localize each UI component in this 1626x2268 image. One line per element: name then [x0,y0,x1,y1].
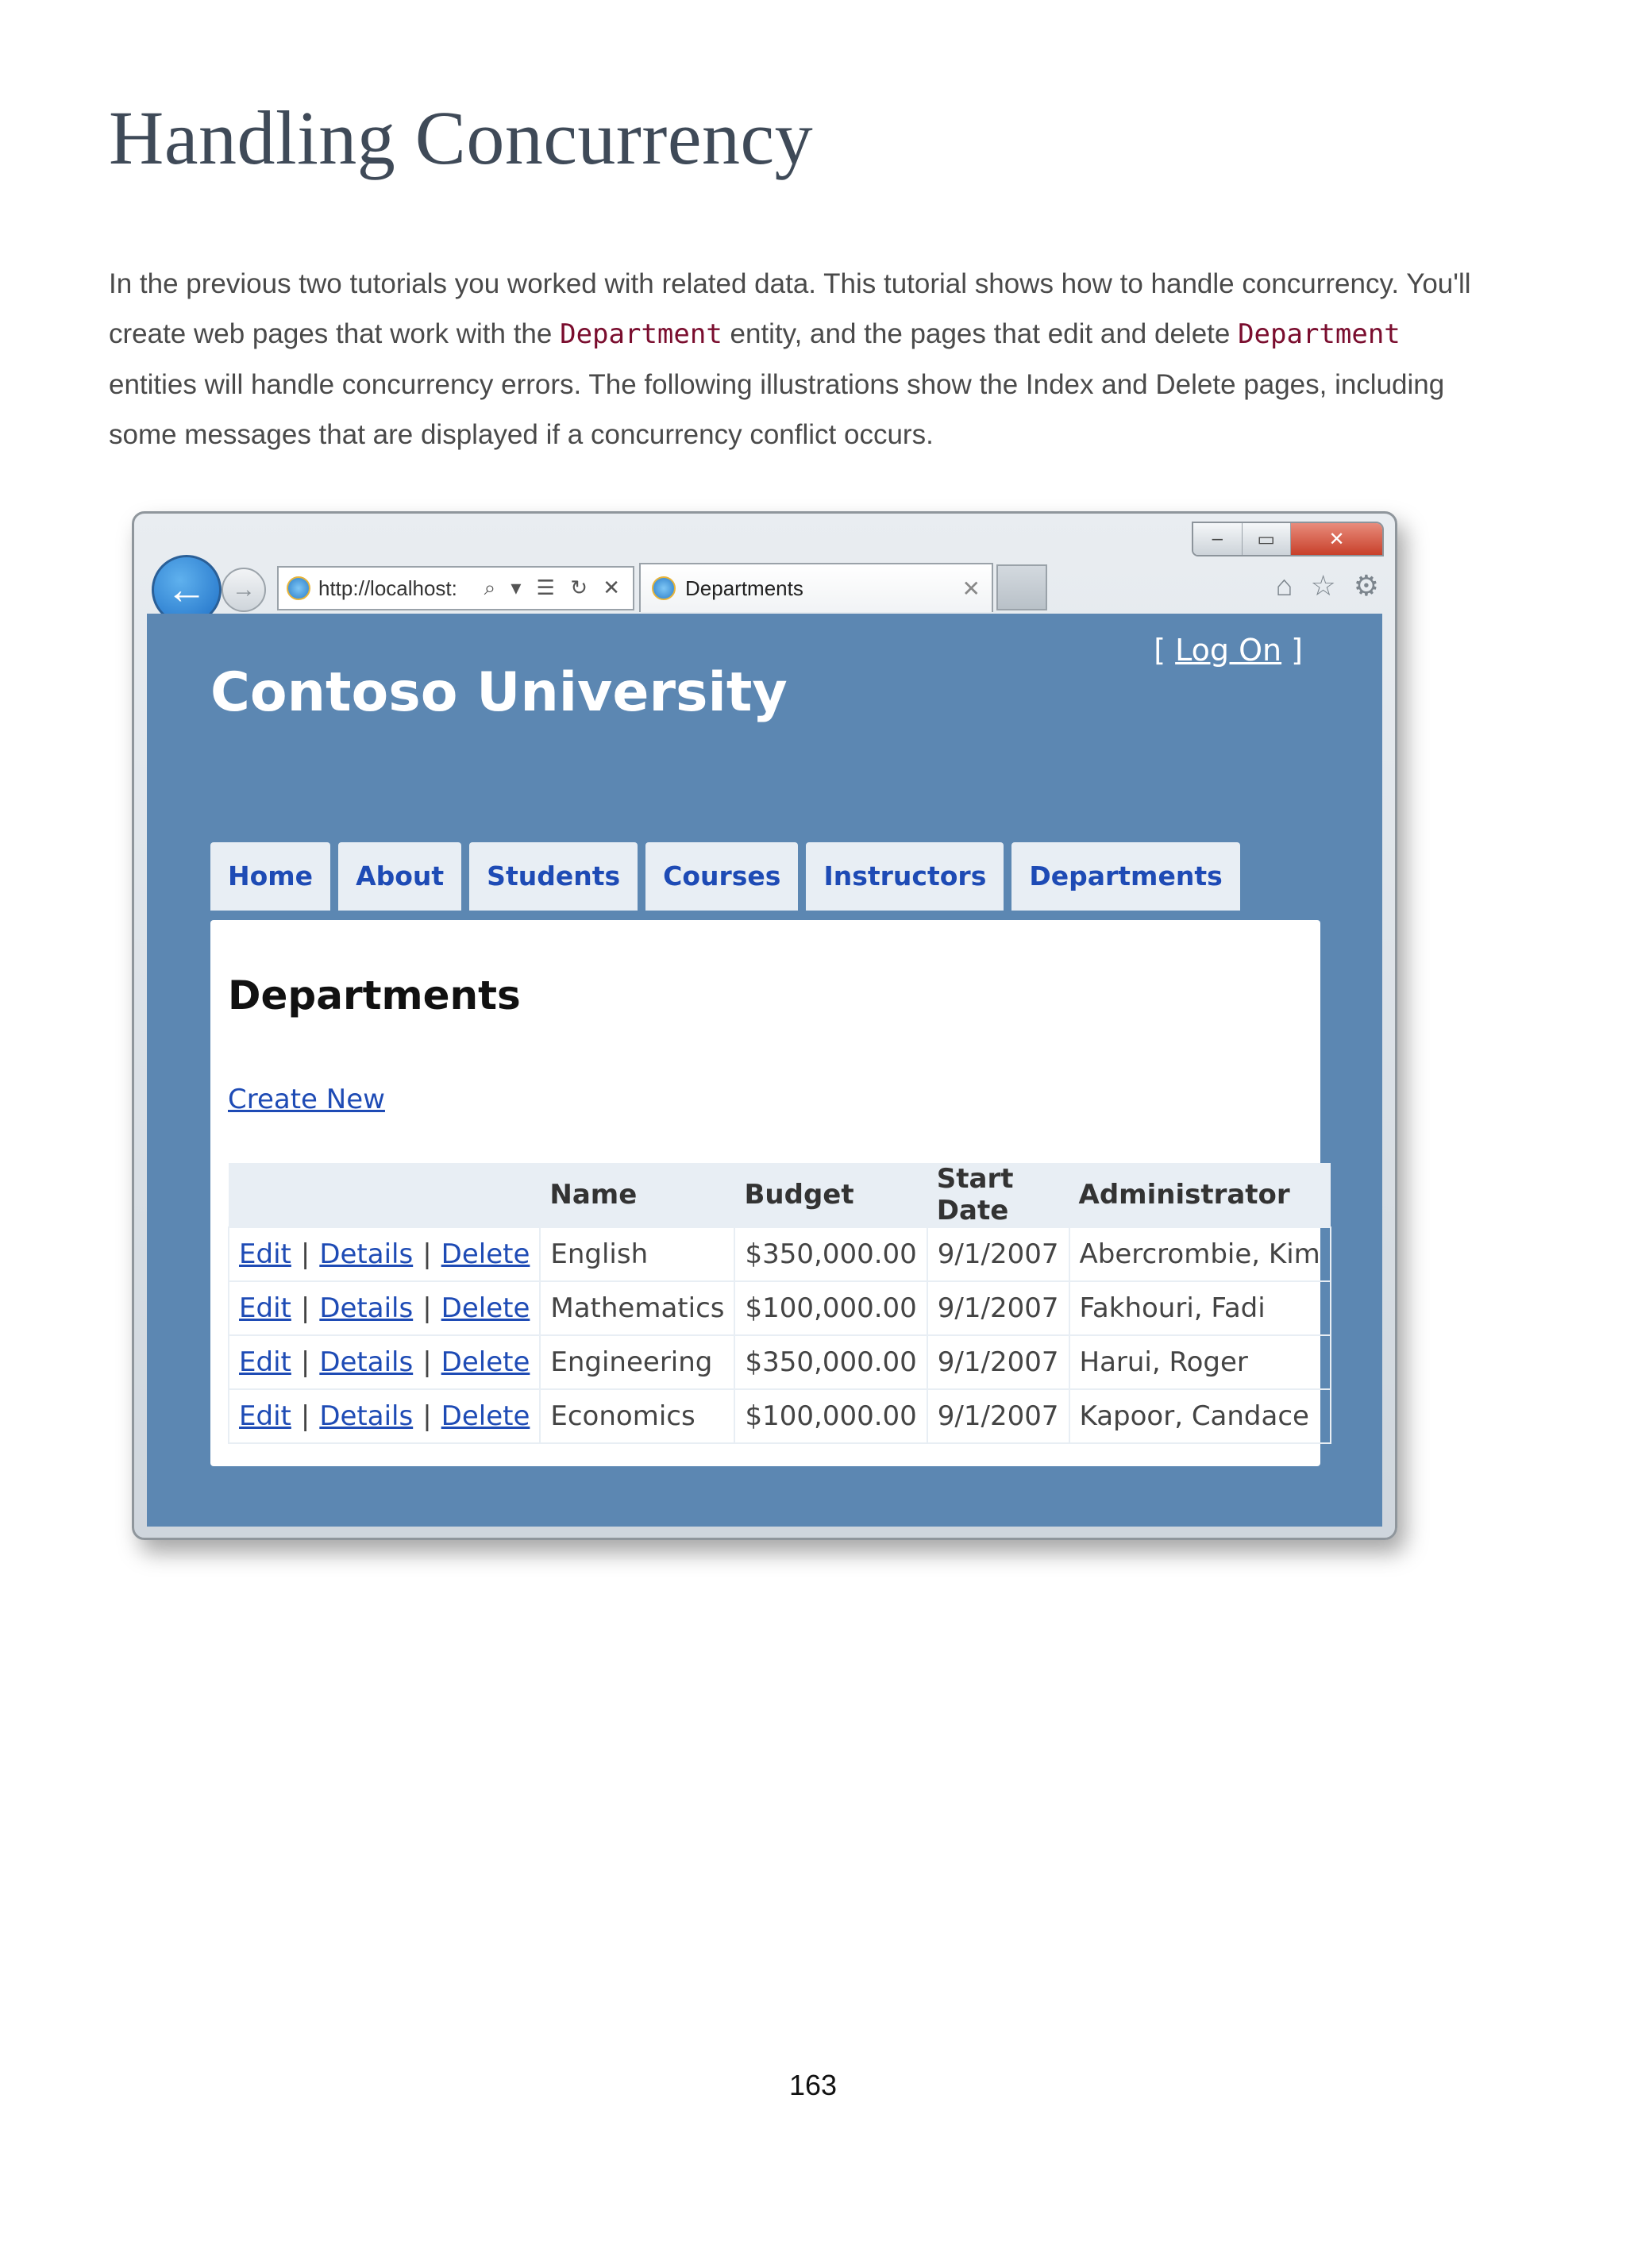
intro-text-2: entity, and the pages that edit and dele… [722,318,1239,349]
separator: | [422,1346,432,1378]
browser-viewport: [ Log On ] Contoso University Home About… [147,614,1382,1527]
header-start-date: Start Date [927,1163,1069,1227]
edit-link[interactable]: Edit [239,1238,291,1270]
separator: | [422,1238,432,1270]
window-controls: – ▭ ✕ [1192,522,1384,556]
document-title: Handling Concurrency [109,95,814,180]
delete-link[interactable]: Delete [441,1400,530,1432]
details-link[interactable]: Details [319,1292,413,1324]
separator: | [300,1400,310,1432]
details-link[interactable]: Details [319,1346,413,1378]
main-content: Departments Create New Name Budget Start… [210,920,1331,1466]
page-heading: Departments [228,972,521,1018]
edit-link[interactable]: Edit [239,1346,291,1378]
cell-administrator: Harui, Roger [1068,1334,1331,1390]
tab-ie-icon [652,576,676,600]
menu-item-about[interactable]: About [338,842,462,911]
edit-link[interactable]: Edit [239,1292,291,1324]
minimize-button[interactable]: – [1193,523,1243,555]
cell-name: Economics [539,1388,736,1444]
separator: | [300,1238,310,1270]
row-actions: Edit | Details | Delete [227,1280,541,1336]
page-number: 163 [788,2069,838,2101]
log-on-link[interactable]: Log On [1175,633,1281,668]
cell-administrator: Abercrombie, Kim [1068,1226,1331,1282]
header-budget: Budget [734,1163,927,1227]
departments-table: Name Budget Start Date Administrator Edi… [227,1163,1331,1444]
edit-link[interactable]: Edit [239,1400,291,1432]
code-department-2: Department [1238,318,1401,350]
menu-item-students[interactable]: Students [469,842,638,911]
cell-name: Engineering [539,1334,736,1390]
menu-item-courses[interactable]: Courses [645,842,799,911]
cell-administrator: Kapoor, Candace [1068,1388,1331,1444]
maximize-button[interactable]: ▭ [1242,523,1292,555]
row-actions: Edit | Details | Delete [227,1226,541,1282]
home-icon[interactable]: ⌂ [1276,569,1293,603]
table-header-row: Name Budget Start Date Administrator [229,1163,1331,1227]
cell-budget: $350,000.00 [734,1334,928,1390]
intro-text-3: entities will handle concurrency errors.… [109,369,1445,450]
site-title: Contoso University [210,661,788,724]
browser-window: – ▭ ✕ ← → http://localhost: ⌕ ▾ ☰ ↻ ✕ De… [132,511,1397,1540]
menu-item-instructors[interactable]: Instructors [806,842,1004,911]
cell-start-date: 9/1/2007 [926,1226,1070,1282]
cell-budget: $100,000.00 [734,1388,928,1444]
tab-close-icon[interactable]: ✕ [962,576,981,602]
tab-title: Departments [685,576,803,600]
separator: | [422,1400,432,1432]
new-tab-button[interactable] [996,564,1047,610]
menu-item-departments[interactable]: Departments [1011,842,1240,911]
row-actions: Edit | Details | Delete [227,1388,541,1444]
table-row: Edit | Details | Delete Engineering $350,000… [227,1334,1331,1390]
login-area: [ Log On ] [1154,633,1303,668]
separator: | [422,1292,432,1324]
address-text[interactable]: http://localhost: [318,576,476,601]
cell-name: Mathematics [539,1280,736,1336]
table-row: Edit | Details | Delete Mathematics $100,000… [227,1280,1331,1336]
table-row: Edit | Details | Delete English $350,000.00 … [227,1226,1331,1282]
ie-page-icon [287,576,310,600]
cell-budget: $350,000.00 [734,1226,928,1282]
cell-name: English [539,1226,736,1282]
address-bar-icons[interactable]: ⌕ ▾ ☰ ↻ ✕ [484,576,625,601]
create-new-link[interactable]: Create New [228,1084,385,1115]
separator: | [300,1346,310,1378]
delete-link[interactable]: Delete [441,1346,530,1378]
header-actions [229,1163,541,1227]
browser-toolbar-icons: ⌂ ☆ ⚙ [1276,569,1379,603]
cell-start-date: 9/1/2007 [926,1388,1070,1444]
delete-link[interactable]: Delete [441,1292,530,1324]
row-actions: Edit | Details | Delete [227,1334,541,1390]
details-link[interactable]: Details [319,1400,413,1432]
forward-button[interactable]: → [222,568,266,612]
login-bracket-open: [ [1154,633,1176,668]
details-link[interactable]: Details [319,1238,413,1270]
favorites-star-icon[interactable]: ☆ [1310,569,1335,603]
address-bar[interactable]: http://localhost: ⌕ ▾ ☰ ↻ ✕ [277,566,634,610]
delete-link[interactable]: Delete [441,1238,530,1270]
cell-administrator: Fakhouri, Fadi [1068,1280,1331,1336]
cell-start-date: 9/1/2007 [926,1334,1070,1390]
cell-budget: $100,000.00 [734,1280,928,1336]
code-department-1: Department [560,318,722,350]
cell-start-date: 9/1/2007 [926,1280,1070,1336]
main-menu: Home About Students Courses Instructors … [210,842,1240,911]
intro-paragraph: In the previous two tutorials you worked… [109,259,1474,460]
browser-tab-departments[interactable]: Departments ✕ [639,563,993,612]
tools-gear-icon[interactable]: ⚙ [1354,569,1379,603]
menu-item-home[interactable]: Home [210,842,331,911]
table-row: Edit | Details | Delete Economics $100,000.0… [227,1388,1331,1444]
header-name: Name [540,1163,735,1227]
close-window-button[interactable]: ✕ [1291,523,1382,555]
separator: | [300,1292,310,1324]
header-administrator: Administrator [1069,1163,1331,1227]
login-bracket-close: ] [1281,633,1303,668]
